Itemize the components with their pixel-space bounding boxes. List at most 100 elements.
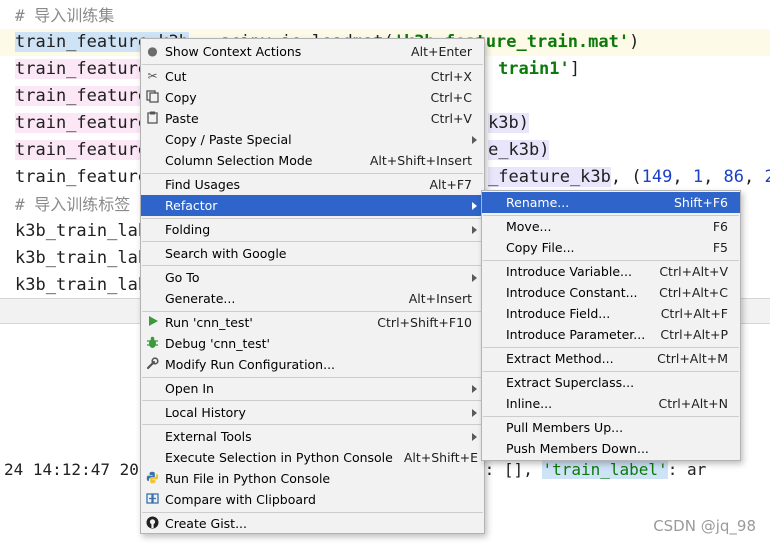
- identifier: train_feature: [15, 59, 149, 79]
- menu-item-label: Modify Run Configuration...: [165, 357, 336, 372]
- code-text: e_k3b): [488, 140, 550, 160]
- watermark: CSDN @jq_98: [653, 517, 756, 535]
- menu-item-debug[interactable]: Debug 'cnn_test': [141, 333, 484, 354]
- menu-item-shortcut: Ctrl+X: [430, 69, 472, 84]
- submenu-arrow-icon: [472, 136, 477, 144]
- menu-item-generate[interactable]: Generate... Alt+Insert: [141, 288, 484, 309]
- menu-item-label: Pull Members Up...: [506, 420, 624, 435]
- menu-item-shortcut: Ctrl+Alt+C: [659, 285, 728, 300]
- menu-item-shortcut: Ctrl+Shift+F10: [377, 315, 472, 330]
- submenu-arrow-icon: [472, 409, 477, 417]
- menu-item-compare-with-clipboard[interactable]: Compare with Clipboard: [141, 489, 484, 510]
- menu-separator: [142, 265, 483, 266]
- menu-item-shortcut: Alt+Insert: [408, 291, 472, 306]
- menu-item-extract-superclass[interactable]: Extract Superclass...: [482, 372, 740, 393]
- menu-item-label: Inline...: [506, 396, 553, 411]
- menu-item-label: Open In: [165, 381, 214, 396]
- python-icon: [145, 471, 160, 486]
- menu-item-label: Debug 'cnn_test': [165, 336, 270, 351]
- menu-item-label: Extract Superclass...: [506, 375, 635, 390]
- menu-item-open-in[interactable]: Open In: [141, 378, 484, 399]
- menu-item-cut[interactable]: ✂ Cut Ctrl+X: [141, 66, 484, 87]
- copy-icon: [145, 90, 160, 105]
- menu-item-shortcut: Shift+F6: [673, 195, 728, 210]
- menu-item-create-gist[interactable]: Create Gist...: [141, 513, 484, 534]
- menu-item-pull-members-up[interactable]: Pull Members Up...: [482, 417, 740, 438]
- code-text: ,: [703, 167, 724, 187]
- refactor-submenu: Rename... Shift+F6 Move... F6 Copy File.…: [481, 190, 741, 461]
- code-text: , (: [610, 167, 642, 187]
- context-menu: ● Show Context Actions Alt+Enter ✂ Cut C…: [140, 38, 485, 534]
- menu-item-label: Compare with Clipboard: [165, 492, 316, 507]
- menu-item-shortcut: Alt+Shift+E: [403, 450, 478, 465]
- number-literal: 1: [692, 167, 704, 187]
- menu-item-execute-selection-python-console[interactable]: Execute Selection in Python Console Alt+…: [141, 447, 484, 468]
- menu-item-label: Push Members Down...: [506, 441, 649, 456]
- menu-item-label: Paste: [165, 111, 199, 126]
- menu-item-folding[interactable]: Folding: [141, 219, 484, 240]
- menu-item-introduce-parameter[interactable]: Introduce Parameter... Ctrl+Alt+P: [482, 324, 740, 345]
- menu-item-go-to[interactable]: Go To: [141, 267, 484, 288]
- identifier: train_feature: [15, 140, 149, 160]
- compare-icon: [145, 492, 160, 507]
- menu-item-run-file-python-console[interactable]: Run File in Python Console: [141, 468, 484, 489]
- menu-item-label: Copy File...: [506, 240, 575, 255]
- code-text: _feature_k3b: [488, 167, 611, 187]
- wrench-icon: [145, 357, 160, 372]
- menu-item-move[interactable]: Move... F6: [482, 216, 740, 237]
- code-text: ): [629, 32, 640, 52]
- menu-item-run[interactable]: Run 'cnn_test' Ctrl+Shift+F10: [141, 312, 484, 333]
- menu-item-inline[interactable]: Inline... Ctrl+Alt+N: [482, 393, 740, 414]
- menu-separator: [142, 424, 483, 425]
- menu-item-shortcut: Alt+Shift+Insert: [369, 153, 472, 168]
- submenu-arrow-icon: [472, 226, 477, 234]
- console-text: : ar: [667, 460, 707, 479]
- lightbulb-icon: ●: [147, 44, 158, 58]
- submenu-arrow-icon: [472, 202, 477, 210]
- run-icon: [145, 315, 160, 330]
- menu-separator: [142, 400, 483, 401]
- menu-item-find-usages[interactable]: Find Usages Alt+F7: [141, 174, 484, 195]
- menu-item-label: Extract Method...: [506, 351, 614, 366]
- menu-item-shortcut: F5: [712, 240, 728, 255]
- menu-item-show-context-actions[interactable]: ● Show Context Actions Alt+Enter: [141, 41, 484, 62]
- menu-item-copy-file[interactable]: Copy File... F5: [482, 237, 740, 258]
- menu-item-extract-method[interactable]: Extract Method... Ctrl+Alt+M: [482, 348, 740, 369]
- menu-item-push-members-down[interactable]: Push Members Down...: [482, 438, 740, 459]
- identifier: k3b_train_lab: [15, 248, 149, 268]
- menu-item-label: Local History: [165, 405, 246, 420]
- menu-item-refactor[interactable]: Refactor: [141, 195, 484, 216]
- menu-item-local-history[interactable]: Local History: [141, 402, 484, 423]
- paste-icon: [145, 111, 160, 126]
- menu-item-introduce-field[interactable]: Introduce Field... Ctrl+Alt+F: [482, 303, 740, 324]
- menu-item-introduce-variable[interactable]: Introduce Variable... Ctrl+Alt+V: [482, 261, 740, 282]
- identifier: train_feature: [15, 86, 149, 106]
- menu-item-copy-paste-special[interactable]: Copy / Paste Special: [141, 129, 484, 150]
- menu-item-label: Search with Google: [165, 246, 287, 261]
- menu-item-copy[interactable]: Copy Ctrl+C: [141, 87, 484, 108]
- menu-item-shortcut: Ctrl+Alt+M: [657, 351, 728, 366]
- menu-item-label: Copy: [165, 90, 197, 105]
- code-line-comment: # 导入训练集: [15, 6, 115, 25]
- code-text: ,: [672, 167, 693, 187]
- menu-item-search-with-google[interactable]: Search with Google: [141, 243, 484, 264]
- menu-item-label: Move...: [506, 219, 552, 234]
- menu-item-label: Folding: [165, 222, 211, 237]
- menu-item-modify-run-configuration[interactable]: Modify Run Configuration...: [141, 354, 484, 375]
- menu-item-external-tools[interactable]: External Tools: [141, 426, 484, 447]
- menu-item-label: Rename...: [506, 195, 570, 210]
- menu-item-shortcut: Ctrl+Alt+P: [660, 327, 728, 342]
- menu-item-shortcut: Ctrl+Alt+F: [660, 306, 728, 321]
- menu-item-shortcut: Alt+F7: [429, 177, 472, 192]
- menu-item-introduce-constant[interactable]: Introduce Constant... Ctrl+Alt+C: [482, 282, 740, 303]
- menu-item-paste[interactable]: Paste Ctrl+V: [141, 108, 484, 129]
- menu-item-column-selection-mode[interactable]: Column Selection Mode Alt+Shift+Insert: [141, 150, 484, 171]
- menu-item-shortcut: Ctrl+V: [430, 111, 472, 126]
- code-text: ]: [569, 59, 580, 79]
- menu-item-label: Introduce Field...: [506, 306, 611, 321]
- menu-item-label: Introduce Parameter...: [506, 327, 646, 342]
- menu-separator: [142, 241, 483, 242]
- menu-item-label: Run 'cnn_test': [165, 315, 253, 330]
- menu-item-rename[interactable]: Rename... Shift+F6: [482, 192, 740, 213]
- menu-item-label: External Tools: [165, 429, 252, 444]
